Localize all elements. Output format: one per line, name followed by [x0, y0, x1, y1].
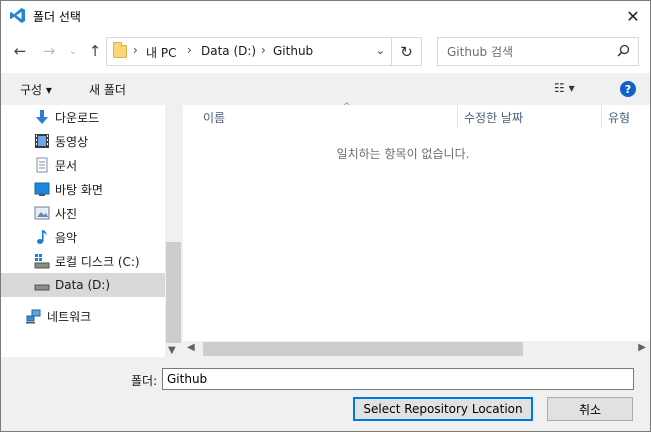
search-icon [617, 44, 630, 57]
scroll-down-arrow-icon[interactable]: ▼ [168, 345, 176, 356]
refresh-icon: ↻ [400, 42, 413, 61]
music-icon [37, 230, 47, 244]
folder-name-input[interactable] [162, 368, 634, 390]
sidebar-item-label: Data (D:) [55, 278, 111, 292]
network-icon [26, 309, 41, 324]
drive-icon [34, 284, 50, 291]
folder-picker-dialog: 폴더 선택 ✕ ← → ⌄ ↑ › 내 PC › Data (D:) › Git… [0, 0, 651, 432]
scrollbar-thumb[interactable] [203, 342, 523, 356]
sidebar-item-label: 문서 [55, 158, 78, 173]
column-header-date-modified[interactable]: 수정한 날짜 [464, 105, 599, 129]
breadcrumb-separator: › [187, 43, 192, 57]
column-header-label: 수정한 날짜 [464, 110, 524, 125]
view-options-button[interactable]: ☷ ▾ [554, 81, 575, 95]
sidebar-item-pictures[interactable]: 사진 [1, 201, 165, 225]
folder-icon [113, 42, 127, 58]
column-divider[interactable] [601, 105, 602, 129]
sidebar-item-label: 음악 [55, 230, 78, 245]
window-title: 폴더 선택 [33, 10, 81, 24]
sidebar-item-documents[interactable]: 문서 [1, 153, 165, 177]
drive-c-icon [34, 254, 50, 269]
download-icon [36, 110, 48, 124]
arrow-left-icon: ← [13, 42, 27, 60]
column-header-type[interactable]: 유형 [608, 105, 648, 129]
navigation-bar: ← → ⌄ ↑ › 내 PC › Data (D:) › Github ⌄ ↻ [1, 31, 650, 73]
desktop-icon [34, 182, 50, 196]
search-input[interactable] [438, 38, 608, 65]
vscode-icon [10, 8, 25, 23]
forward-button[interactable]: → [39, 41, 59, 61]
help-button[interactable]: ? [620, 81, 636, 97]
breadcrumb-separator: › [261, 43, 266, 57]
column-header-label: 이름 [203, 110, 226, 125]
sidebar-item-data-drive[interactable]: Data (D:) [1, 273, 165, 297]
sidebar-item-local-disk-c[interactable]: 로컬 디스크 (C:) [1, 249, 165, 273]
sidebar-item-music[interactable]: 음악 [1, 225, 165, 249]
sidebar-item-label: 동영상 [55, 134, 89, 149]
folder-field-label: 폴더: [131, 374, 158, 388]
command-bar: 구성 ▾ 새 폴더 ☷ ▾ ? [1, 73, 650, 105]
column-header-name[interactable]: 이름 ^ [203, 102, 457, 129]
close-icon: ✕ [626, 6, 640, 26]
dialog-footer: 폴더: Select Repository Location 취소 [1, 357, 650, 431]
pictures-icon [34, 206, 50, 220]
file-list: 이름 ^ 수정한 날짜 유형 일치하는 항목이 없습니다. [183, 102, 650, 341]
recent-locations-button[interactable]: ⌄ [63, 41, 83, 61]
sidebar-item-downloads[interactable]: 다운로드 [1, 105, 165, 129]
organize-button[interactable]: 구성 ▾ [20, 81, 52, 98]
search-box [437, 37, 639, 66]
select-repository-location-button[interactable]: Select Repository Location [353, 397, 533, 421]
column-divider[interactable] [457, 105, 458, 129]
sidebar-item-label: 로컬 디스크 (C:) [55, 254, 140, 269]
help-icon: ? [624, 82, 632, 96]
address-bar[interactable]: › 내 PC › Data (D:) › Github ⌄ [106, 37, 392, 66]
column-header-label: 유형 [608, 110, 631, 125]
scrollbar-thumb[interactable] [166, 242, 181, 343]
cancel-button[interactable]: 취소 [547, 397, 633, 421]
sidebar-item-videos[interactable]: 동영상 [1, 129, 165, 153]
up-button[interactable]: ↑ [85, 41, 105, 61]
video-icon [35, 134, 49, 148]
chevron-down-icon: ⌄ [68, 45, 78, 57]
document-icon [36, 157, 48, 173]
new-folder-button[interactable]: 새 폴더 [89, 81, 126, 98]
sort-ascending-icon: ^ [343, 102, 351, 112]
back-button[interactable]: ← [10, 41, 30, 61]
empty-folder-message: 일치하는 항목이 없습니다. [336, 147, 470, 161]
refresh-button[interactable]: ↻ [392, 37, 422, 66]
close-button[interactable]: ✕ [616, 1, 650, 31]
breadcrumb-this-pc[interactable]: 내 PC [146, 44, 176, 61]
breadcrumb-data-drive[interactable]: Data (D:) [201, 44, 256, 58]
address-dropdown-icon[interactable]: ⌄ [376, 44, 385, 57]
sidebar-item-label: 사진 [55, 206, 78, 221]
sidebar-item-desktop[interactable]: 바탕 화면 [1, 177, 165, 201]
breadcrumb-separator: › [133, 43, 138, 57]
arrow-up-icon: ↑ [88, 42, 102, 60]
navigation-pane: 다운로드 동영상 문서 바탕 화면 사진 음악 로컬 디스크 (C:) Data… [1, 105, 182, 357]
sidebar-item-label: 네트워크 [47, 309, 92, 324]
arrow-right-icon: → [42, 42, 56, 60]
scroll-left-arrow-icon[interactable]: ◀ [187, 342, 195, 353]
sidebar-item-label: 바탕 화면 [55, 182, 103, 197]
breadcrumb-github[interactable]: Github [273, 44, 313, 58]
file-list-horizontal-scrollbar[interactable]: ◀ ▶ [183, 341, 650, 357]
scroll-right-arrow-icon[interactable]: ▶ [638, 342, 646, 353]
sidebar-item-network[interactable]: 네트워크 [1, 304, 165, 328]
sidebar-item-label: 다운로드 [55, 110, 100, 125]
title-bar: 폴더 선택 ✕ [1, 1, 650, 31]
navigation-pane-scrollbar[interactable]: ▼ [165, 105, 182, 357]
